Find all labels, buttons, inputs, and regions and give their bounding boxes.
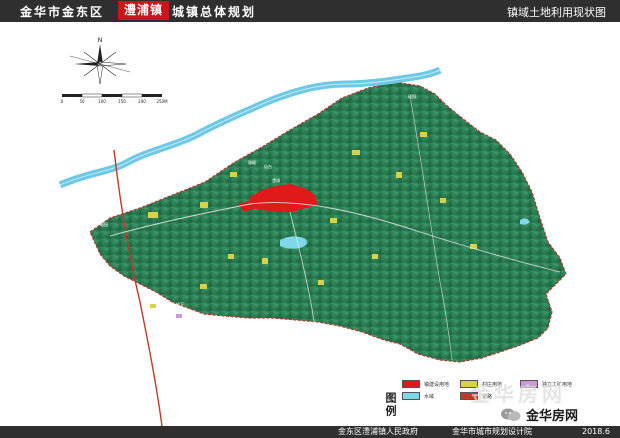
- industrial-patch: [176, 314, 182, 318]
- map-label: 源东: [484, 129, 492, 135]
- scale-tick-label: 150: [118, 99, 126, 104]
- footer-institute: 金华市城市规划设计院: [452, 427, 532, 436]
- legend-item: 水域: [402, 392, 434, 400]
- wechat-badge: 金华房网: [500, 405, 578, 424]
- map-label: 澧浦: [272, 177, 280, 183]
- legend-title: 图例: [384, 392, 397, 418]
- sheet-title: 镇域土地利用现状图: [507, 6, 606, 19]
- footer-date: 2018.6: [582, 427, 610, 436]
- wechat-icon: [500, 407, 522, 423]
- legend-label: 水域: [424, 393, 435, 400]
- district-title: 金华市金东区: [20, 5, 105, 19]
- svg-text:N: N: [98, 37, 103, 44]
- scale-tick-label: 50: [79, 99, 85, 104]
- title-bar: 金华市金东区 澧浦镇 城镇总体规划 镇域土地利用现状图: [0, 0, 620, 22]
- scale-tick-label: 200: [138, 99, 146, 104]
- scale-tick-label: 100: [98, 99, 106, 104]
- wechat-label: 金华房网: [526, 409, 579, 424]
- legend-label: 镇建设用地: [424, 381, 450, 388]
- map-label: 殿下: [226, 324, 234, 329]
- town-boundary: [89, 81, 567, 363]
- map-label: 畈田: [100, 221, 108, 227]
- scale-tick-label: 250M: [156, 99, 168, 104]
- north-arrow-icon: N: [69, 37, 131, 85]
- scale-tick-label: 0: [61, 99, 64, 104]
- map-label: 仙台: [264, 163, 272, 169]
- map-sheet: 金华市金东区 澧浦镇 城镇总体规划 镇域土地利用现状图 N 0 50 100 1…: [0, 0, 620, 438]
- scale-bar: 0 50 100 150 200 250M: [61, 93, 168, 104]
- legend-swatch: [402, 392, 420, 400]
- land-use-map: N 0 50 100 150 200 250M 仙台 畈田 雅畈 澧浦 殿下 琐…: [58, 37, 620, 426]
- legend-swatch: [402, 380, 420, 388]
- town-title: 澧浦镇: [118, 1, 170, 20]
- footer-bar: 金东区澧浦镇人民政府 金华市城市规划设计院 2018.6: [0, 426, 620, 438]
- map-label: 岭下: [176, 301, 184, 307]
- footer-government: 金东区澧浦镇人民政府: [338, 427, 418, 436]
- plan-title: 城镇总体规划: [172, 5, 257, 19]
- map-label: 琐园: [408, 93, 416, 99]
- watermark: 金华房网: [470, 382, 566, 406]
- map-label: 雅畈: [248, 159, 256, 165]
- legend-item: 镇建设用地: [402, 380, 449, 388]
